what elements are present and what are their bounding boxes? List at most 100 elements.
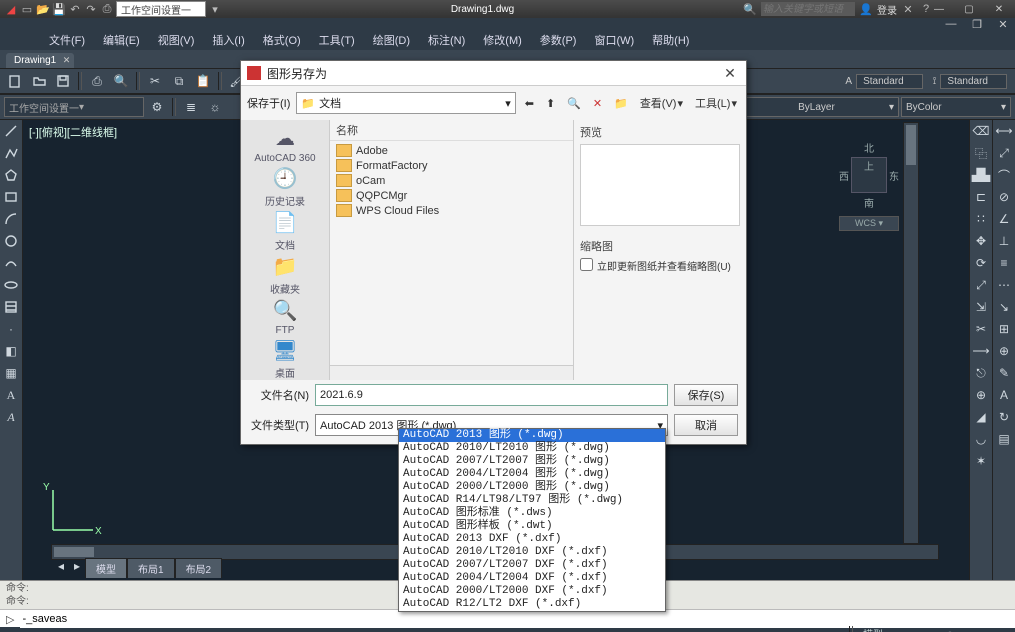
tool-new[interactable] [4, 70, 26, 92]
rectangle-tool[interactable] [0, 186, 22, 208]
menu-edit[interactable]: 编辑(E) [94, 32, 149, 48]
join-tool[interactable]: ⊕ [970, 384, 992, 406]
update-thumbnail-checkbox[interactable]: 立即更新图纸并查看缩略图(U) [580, 258, 740, 273]
place-documents[interactable]: 📄文档 [246, 210, 324, 252]
dim-style-box[interactable]: ⟟Standard [929, 74, 1011, 89]
workspace-dropdown[interactable]: 工作空间设置一 [116, 1, 206, 17]
grid-toggle[interactable]: ∷ [631, 626, 653, 632]
polyline-tool[interactable] [0, 142, 22, 164]
redo-icon[interactable]: ↷ [84, 2, 98, 16]
tool-preview[interactable]: 🔍 [110, 70, 132, 92]
workspace-switch-icon[interactable]: ⚙ [915, 626, 937, 632]
wcs-label[interactable]: WCS ▾ [839, 216, 899, 231]
menu-modify[interactable]: 修改(M) [474, 32, 531, 48]
text-tool[interactable]: A [0, 384, 22, 406]
menu-format[interactable]: 格式(O) [254, 32, 310, 48]
views-menu[interactable]: 查看(V) ▾ [637, 95, 686, 111]
otrack-toggle[interactable]: ∠ [751, 626, 773, 632]
menu-insert[interactable]: 插入(I) [203, 32, 253, 48]
filetype-option[interactable]: AutoCAD 2013 图形 (*.dwg) [399, 429, 665, 442]
dim-ord-tool[interactable]: ⊥ [993, 230, 1015, 252]
filename-input[interactable]: 2021.6.9 [315, 384, 668, 406]
tool-save[interactable] [52, 70, 74, 92]
hatch-tool[interactable] [0, 296, 22, 318]
lwt-toggle[interactable]: ≡ [799, 626, 821, 632]
login-label[interactable]: 登录 [877, 2, 897, 17]
dim-radius-tool[interactable]: ⊘ [993, 186, 1015, 208]
rotate-tool[interactable]: ⟳ [970, 252, 992, 274]
doc-close-icon[interactable]: ✕ [997, 18, 1009, 30]
copy-tool[interactable]: ⿻ [970, 142, 992, 164]
close-button[interactable]: ✕ [993, 3, 1005, 15]
move-tool[interactable]: ✥ [970, 230, 992, 252]
offset-tool[interactable]: ⊏ [970, 186, 992, 208]
delete-icon[interactable]: ✕ [590, 97, 605, 110]
tool-paste[interactable]: 📋 [192, 70, 214, 92]
dropdown-icon[interactable]: ▾ [208, 2, 222, 16]
place-favorites[interactable]: 📁收藏夹 [246, 254, 324, 296]
list-item[interactable]: oCam [332, 173, 571, 188]
gear-icon[interactable]: ⚙ [146, 96, 168, 118]
chamfer-tool[interactable]: ◢ [970, 406, 992, 428]
3dosnap-toggle[interactable]: ◈ [727, 626, 749, 632]
mtext-tool[interactable]: A [0, 406, 22, 428]
search-web-icon[interactable]: 🔍 [564, 97, 584, 110]
menu-draw[interactable]: 绘图(D) [364, 32, 419, 48]
array-tool[interactable]: ∷ [970, 208, 992, 230]
tab-scroll-right-icon[interactable]: ▸ [69, 558, 85, 574]
print-icon[interactable]: ⎙ [100, 2, 114, 16]
file-list-scrollbar[interactable] [330, 365, 573, 380]
filetype-option[interactable]: AutoCAD 2000/LT2000 图形 (*.dwg) [399, 481, 665, 494]
isolate-icon[interactable]: ◑ [963, 626, 985, 632]
filetype-option[interactable]: AutoCAD 2000/LT2000 DXF (*.dxf) [399, 585, 665, 598]
filetype-option[interactable]: AutoCAD 2004/LT2004 DXF (*.dxf) [399, 572, 665, 585]
dim-style-tool[interactable]: ▤ [993, 428, 1015, 450]
text-style-box[interactable]: AStandard [841, 74, 926, 89]
column-header-name[interactable]: 名称 [330, 120, 573, 141]
menu-help[interactable]: 帮助(H) [643, 32, 698, 48]
close-tab-icon[interactable]: ✕ [63, 55, 71, 66]
dim-continue-tool[interactable]: ⋯ [993, 274, 1015, 296]
dim-edit-tool[interactable]: ✎ [993, 362, 1015, 384]
dim-linear-tool[interactable]: ⟷ [993, 120, 1015, 142]
osnap-toggle[interactable]: ◻ [703, 626, 725, 632]
dim-angle-tool[interactable]: ∠ [993, 208, 1015, 230]
filetype-option[interactable]: AutoCAD R12/LT2 DXF (*.dxf) [399, 598, 665, 611]
list-item[interactable]: QQPCMgr [332, 188, 571, 203]
dim-aligned-tool[interactable]: ⤢ [993, 142, 1015, 164]
dim-update-tool[interactable]: ↻ [993, 406, 1015, 428]
maximize-button[interactable]: ▢ [963, 3, 975, 15]
file-list[interactable]: Adobe FormatFactory oCam QQPCMgr WPS Clo… [330, 141, 573, 365]
tools-menu[interactable]: 工具(L) ▾ [692, 95, 740, 111]
place-ftp[interactable]: 🔍FTP [246, 298, 324, 336]
cancel-button[interactable]: 取消 [674, 414, 738, 436]
list-item[interactable]: FormatFactory [332, 158, 571, 173]
dim-baseline-tool[interactable]: ≡ [993, 252, 1015, 274]
doc-minimize-icon[interactable]: — [945, 18, 957, 30]
layer-toggle-icon[interactable]: ☼ [204, 96, 226, 118]
layer-props-icon[interactable]: ≣ [180, 96, 202, 118]
viewport-label[interactable]: [-][俯视][二维线框] [29, 124, 117, 140]
erase-tool[interactable]: ⌫ [970, 120, 992, 142]
snap-toggle[interactable]: ▦ [607, 626, 629, 632]
list-item[interactable]: WPS Cloud Files [332, 203, 571, 218]
tool-cut[interactable]: ✂ [144, 70, 166, 92]
explode-tool[interactable]: ✶ [970, 450, 992, 472]
viewcube-face[interactable]: 上 [851, 157, 887, 193]
help-icon[interactable]: ? [919, 2, 933, 16]
hardware-accel-icon[interactable]: ⬤ [939, 626, 961, 632]
list-item[interactable]: Adobe [332, 143, 571, 158]
circle-tool[interactable] [0, 230, 22, 252]
clean-screen-icon[interactable]: ▣ [987, 626, 1009, 632]
menu-param[interactable]: 参数(P) [531, 32, 586, 48]
scale-tool[interactable]: ⤢ [970, 274, 992, 296]
stretch-tool[interactable]: ⇲ [970, 296, 992, 318]
workspace-selector[interactable]: 工作空间设置一▾ [4, 97, 144, 117]
dim-arc-tool[interactable]: ⌒ [993, 164, 1015, 186]
filetype-option[interactable]: AutoCAD 2007/LT2007 DXF (*.dxf) [399, 559, 665, 572]
arc-tool[interactable] [0, 208, 22, 230]
save-in-dropdown[interactable]: 📁文档▾ [296, 92, 515, 114]
line-tool[interactable] [0, 120, 22, 142]
polygon-tool[interactable] [0, 164, 22, 186]
filetype-option[interactable]: AutoCAD 2010/LT2010 DXF (*.dxf) [399, 546, 665, 559]
